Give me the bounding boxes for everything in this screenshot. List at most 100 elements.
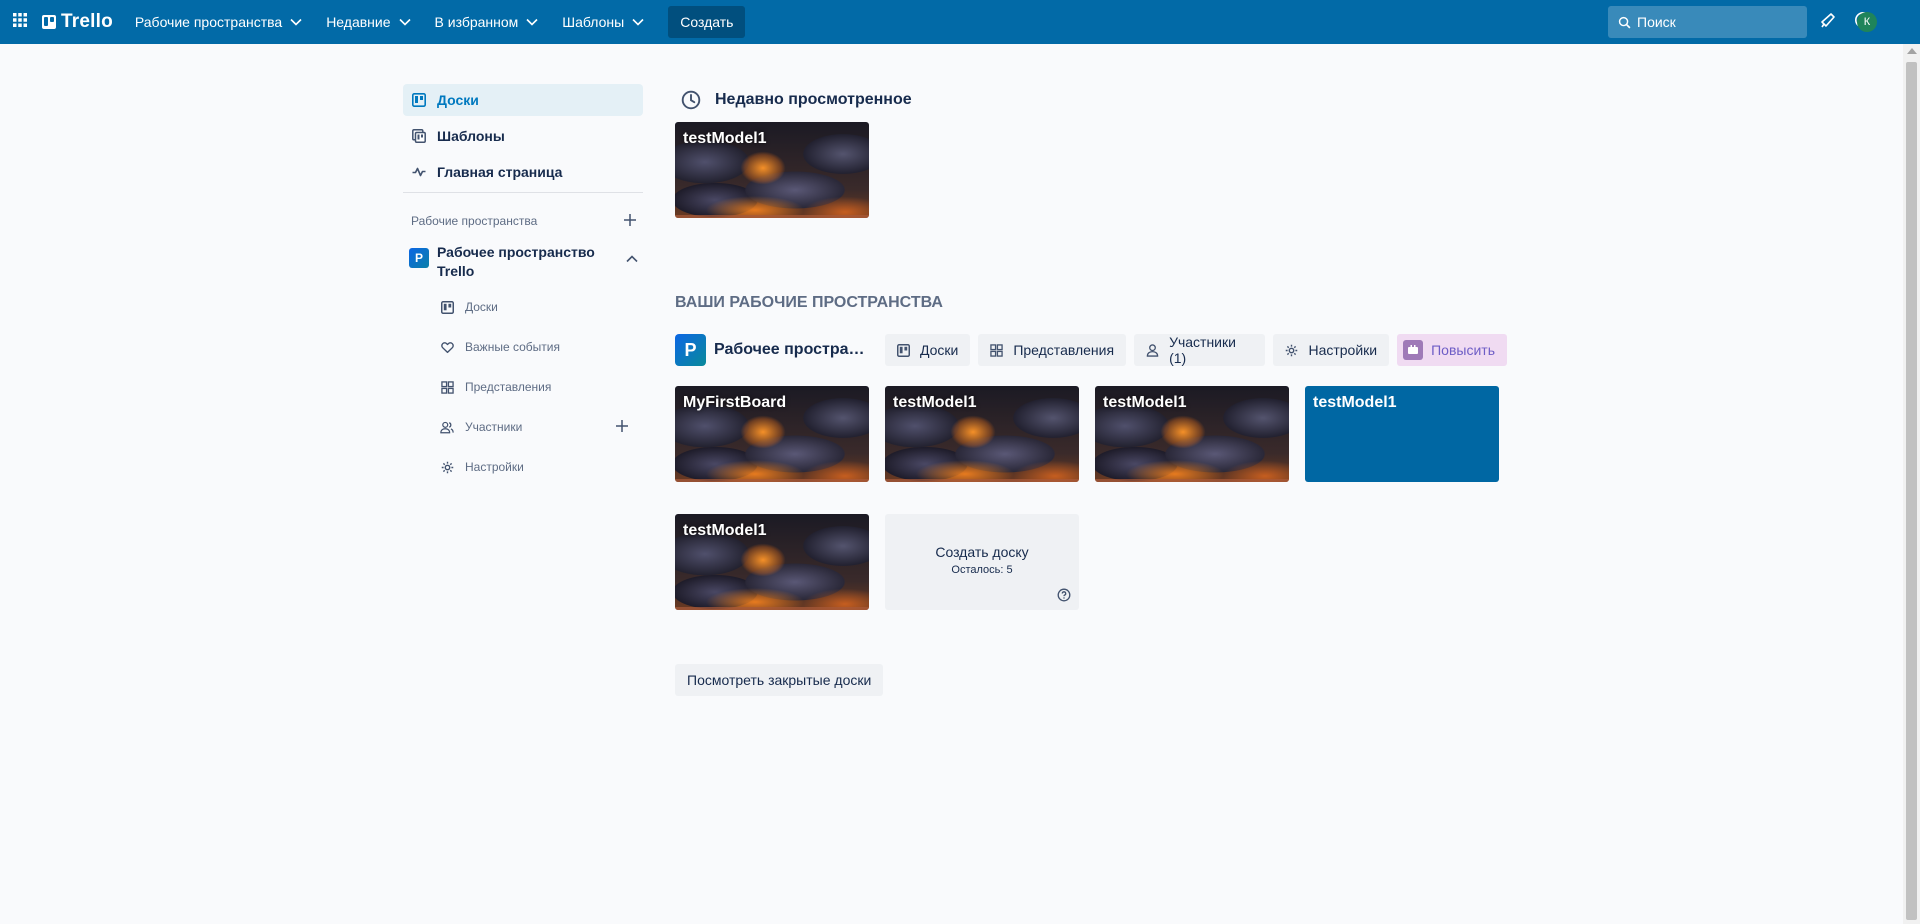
board-tile[interactable]: testModel1	[1095, 386, 1289, 482]
chevron-down-icon	[290, 18, 302, 26]
help-circle-icon[interactable]	[1057, 588, 1071, 602]
notifications-button[interactable]	[1814, 8, 1842, 36]
upgrade-button[interactable]: Повысить	[1397, 334, 1507, 366]
sidebar-item-label: Доски	[437, 92, 479, 108]
workspace-sub-item-members[interactable]: Участники	[403, 411, 643, 443]
board-tile[interactable]: testModel1	[885, 386, 1079, 482]
trello-logo[interactable]: Trello	[42, 6, 113, 38]
nav-workspaces-label: Рабочие пространства	[134, 14, 283, 30]
main-content: Недавно просмотренное testModel1 ВАШИ РА…	[675, 84, 1515, 696]
board-tile-title: testModel1	[1313, 394, 1397, 411]
megaphone-icon	[1819, 11, 1837, 34]
board-icon	[439, 299, 455, 315]
nav-templates-menu[interactable]: Шаблоны	[552, 6, 654, 38]
chevron-up-icon[interactable]	[625, 251, 639, 269]
workspace-views-label: Представления	[1013, 342, 1115, 358]
workspaces-heading: Рабочие пространства	[403, 205, 643, 237]
search-input[interactable]: Поиск	[1608, 6, 1807, 38]
sidebar-divider	[403, 192, 643, 193]
sidebar-item-templates[interactable]: Шаблоны	[403, 120, 643, 152]
scroll-up-arrow-icon[interactable]	[1907, 48, 1917, 54]
gear-icon	[1285, 344, 1298, 357]
scrollbar-thumb[interactable]	[1906, 62, 1917, 920]
view-closed-boards-button[interactable]: Посмотреть закрытые доски	[675, 664, 884, 696]
board-tile-title: testModel1	[893, 394, 977, 411]
workspace-sub-item-settings[interactable]: Настройки	[403, 451, 643, 483]
workspace-sub-item-highlights[interactable]: Важные события	[403, 331, 643, 363]
workspace-title[interactable]: Рабочее пространство Trello	[714, 341, 869, 359]
nav-starred-menu[interactable]: В избранном	[425, 6, 549, 38]
nav-templates-label: Шаблоны	[562, 14, 625, 30]
add-member-plus-icon[interactable]	[615, 419, 629, 436]
nav-starred-label: В избранном	[434, 14, 519, 30]
workspace-header: Р Рабочее пространство Trello Доски Пред…	[675, 334, 1515, 366]
board-icon	[896, 343, 910, 357]
heart-icon	[439, 339, 455, 355]
clock-icon	[681, 90, 701, 110]
workspace-boards-label: Доски	[919, 342, 959, 358]
chevron-down-icon	[398, 18, 411, 26]
sidebar-workspace-toggle[interactable]: Р Рабочее пространство Trello	[403, 237, 643, 287]
grid-icon	[439, 379, 455, 395]
workspace-sub-item-views[interactable]: Представления	[403, 371, 643, 403]
sidebar-item-boards[interactable]: Доски	[403, 84, 643, 116]
upgrade-label: Повысить	[1431, 342, 1495, 358]
workspace-sub-item-boards[interactable]: Доски	[403, 291, 643, 323]
board-tile-title: MyFirstBoard	[683, 394, 787, 411]
sidebar-item-home[interactable]: Главная страница	[403, 156, 643, 188]
sidebar-item-label: Главная страница	[437, 164, 563, 180]
workspace-members-button[interactable]: Участники (1)	[1134, 334, 1266, 366]
trello-logo-icon	[42, 15, 56, 29]
workspace-badge: Р	[409, 248, 429, 268]
chevron-down-icon	[526, 18, 538, 26]
board-tile-recent[interactable]: testModel1	[675, 122, 869, 218]
workspace-sub-item-label: Настройки	[465, 460, 524, 474]
board-icon	[411, 92, 427, 108]
workspace-sub-item-label: Важные события	[465, 340, 560, 354]
board-tile-title: testModel1	[1103, 394, 1187, 411]
workspace-members-label: Участники (1)	[1169, 334, 1236, 366]
workspace-settings-button[interactable]: Настройки	[1273, 334, 1390, 366]
activity-icon	[411, 164, 427, 180]
search-icon	[1618, 16, 1631, 29]
board-tile-title: testModel1	[683, 522, 767, 539]
template-icon	[411, 128, 427, 144]
create-board-tile[interactable]: Создать доску Осталось: 5	[885, 514, 1079, 610]
apps-grid-icon	[12, 12, 28, 33]
add-workspace-plus-icon[interactable]	[623, 213, 637, 230]
sidebar-item-label: Шаблоны	[437, 128, 505, 144]
workspace-settings-label: Настройки	[1308, 342, 1378, 358]
sidebar: Доски Шаблоны Главная страница Рабочие п…	[403, 84, 643, 483]
boards-remaining-label: Осталось: 5	[951, 564, 1013, 576]
workspace-views-button[interactable]: Представления	[978, 334, 1127, 366]
recently-viewed-heading: Недавно просмотренное	[675, 84, 1515, 116]
nav-recent-label: Недавние	[326, 14, 391, 30]
workspace-badge: Р	[675, 334, 706, 366]
create-board-label: Создать доску	[935, 544, 1029, 560]
your-workspaces-heading: ВАШИ РАБОЧИЕ ПРОСТРАНСТВА	[675, 294, 943, 311]
board-tile-title: testModel1	[683, 130, 767, 147]
person-icon	[1146, 343, 1159, 357]
upgrade-icon	[1403, 340, 1424, 360]
workspace-sub-item-label: Участники	[465, 420, 523, 434]
avatar[interactable]: К	[1857, 12, 1877, 32]
board-tile[interactable]: testModel1	[1305, 386, 1499, 482]
create-button[interactable]: Создать	[668, 6, 746, 38]
chevron-down-icon	[632, 18, 644, 26]
nav-workspaces-menu[interactable]: Рабочие пространства	[125, 6, 312, 38]
workspace-boards-button[interactable]: Доски	[884, 334, 971, 366]
board-tile[interactable]: testModel1	[675, 514, 869, 610]
members-icon	[439, 419, 455, 435]
workspace-name: Рабочее пространство Trello	[437, 244, 595, 279]
grid-icon	[990, 343, 1004, 357]
search-placeholder: Поиск	[1637, 14, 1676, 30]
trello-logo-text: Trello	[61, 11, 113, 32]
apps-switcher-button[interactable]	[4, 6, 36, 38]
board-tile[interactable]: MyFirstBoard	[675, 386, 869, 482]
workspaces-heading-label: Рабочие пространства	[411, 214, 538, 228]
workspace-sub-item-label: Доски	[465, 300, 498, 314]
workspace-sub-item-label: Представления	[465, 380, 552, 394]
gear-icon	[439, 459, 455, 475]
nav-recent-menu[interactable]: Недавние	[316, 6, 420, 38]
recently-viewed-title: Недавно просмотренное	[715, 91, 912, 108]
